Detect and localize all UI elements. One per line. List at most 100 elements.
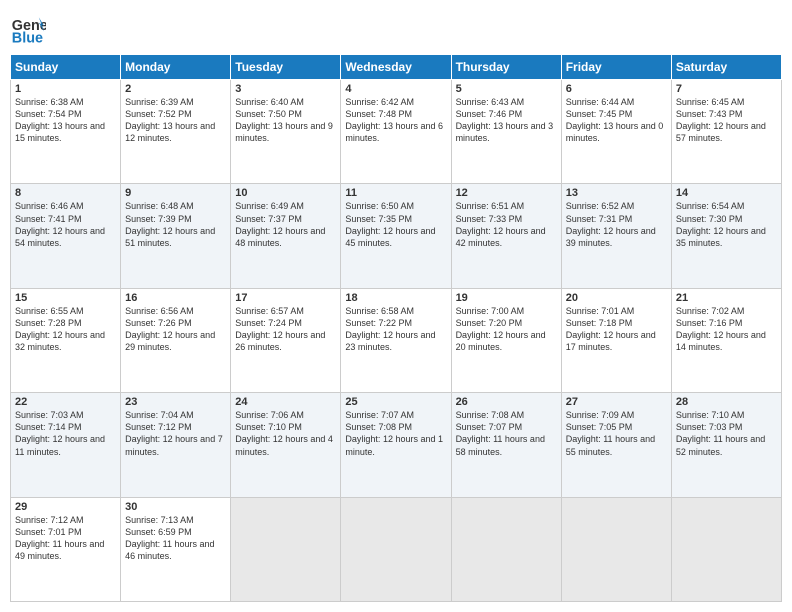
day-detail: Sunrise: 6:55 AM Sunset: 7:28 PM Dayligh… — [15, 305, 116, 354]
day-number: 18 — [345, 292, 446, 304]
calendar-header-saturday: Saturday — [671, 55, 781, 80]
day-detail: Sunrise: 6:40 AM Sunset: 7:50 PM Dayligh… — [235, 96, 336, 145]
calendar-header-friday: Friday — [561, 55, 671, 80]
day-detail: Sunrise: 7:10 AM Sunset: 7:03 PM Dayligh… — [676, 409, 777, 458]
day-detail: Sunrise: 6:50 AM Sunset: 7:35 PM Dayligh… — [345, 200, 446, 249]
day-number: 22 — [15, 396, 116, 408]
calendar-cell: 13Sunrise: 6:52 AM Sunset: 7:31 PM Dayli… — [561, 184, 671, 288]
calendar-cell: 10Sunrise: 6:49 AM Sunset: 7:37 PM Dayli… — [231, 184, 341, 288]
calendar-table: SundayMondayTuesdayWednesdayThursdayFrid… — [10, 54, 782, 602]
day-number: 17 — [235, 292, 336, 304]
calendar-cell: 9Sunrise: 6:48 AM Sunset: 7:39 PM Daylig… — [121, 184, 231, 288]
day-detail: Sunrise: 6:51 AM Sunset: 7:33 PM Dayligh… — [456, 200, 557, 249]
calendar-cell: 12Sunrise: 6:51 AM Sunset: 7:33 PM Dayli… — [451, 184, 561, 288]
calendar-week-row: 29Sunrise: 7:12 AM Sunset: 7:01 PM Dayli… — [11, 497, 782, 601]
day-detail: Sunrise: 6:52 AM Sunset: 7:31 PM Dayligh… — [566, 200, 667, 249]
day-number: 25 — [345, 396, 446, 408]
day-number: 12 — [456, 187, 557, 199]
calendar-cell: 3Sunrise: 6:40 AM Sunset: 7:50 PM Daylig… — [231, 80, 341, 184]
header: General Blue — [10, 10, 782, 46]
svg-text:Blue: Blue — [12, 30, 43, 46]
day-detail: Sunrise: 6:58 AM Sunset: 7:22 PM Dayligh… — [345, 305, 446, 354]
calendar-cell: 17Sunrise: 6:57 AM Sunset: 7:24 PM Dayli… — [231, 288, 341, 392]
calendar-header-tuesday: Tuesday — [231, 55, 341, 80]
calendar-cell — [451, 497, 561, 601]
day-number: 13 — [566, 187, 667, 199]
calendar-cell: 8Sunrise: 6:46 AM Sunset: 7:41 PM Daylig… — [11, 184, 121, 288]
calendar-cell: 24Sunrise: 7:06 AM Sunset: 7:10 PM Dayli… — [231, 393, 341, 497]
calendar-cell: 7Sunrise: 6:45 AM Sunset: 7:43 PM Daylig… — [671, 80, 781, 184]
day-number: 23 — [125, 396, 226, 408]
logo: General Blue — [10, 10, 50, 46]
day-number: 24 — [235, 396, 336, 408]
calendar-cell — [341, 497, 451, 601]
calendar-cell: 16Sunrise: 6:56 AM Sunset: 7:26 PM Dayli… — [121, 288, 231, 392]
calendar-header-monday: Monday — [121, 55, 231, 80]
calendar-cell: 2Sunrise: 6:39 AM Sunset: 7:52 PM Daylig… — [121, 80, 231, 184]
day-number: 5 — [456, 83, 557, 95]
day-number: 1 — [15, 83, 116, 95]
day-number: 8 — [15, 187, 116, 199]
calendar-header-row: SundayMondayTuesdayWednesdayThursdayFrid… — [11, 55, 782, 80]
day-number: 6 — [566, 83, 667, 95]
day-detail: Sunrise: 7:12 AM Sunset: 7:01 PM Dayligh… — [15, 514, 116, 563]
calendar-week-row: 22Sunrise: 7:03 AM Sunset: 7:14 PM Dayli… — [11, 393, 782, 497]
calendar-cell: 20Sunrise: 7:01 AM Sunset: 7:18 PM Dayli… — [561, 288, 671, 392]
day-detail: Sunrise: 6:42 AM Sunset: 7:48 PM Dayligh… — [345, 96, 446, 145]
calendar-cell — [231, 497, 341, 601]
day-detail: Sunrise: 6:56 AM Sunset: 7:26 PM Dayligh… — [125, 305, 226, 354]
day-detail: Sunrise: 7:02 AM Sunset: 7:16 PM Dayligh… — [676, 305, 777, 354]
calendar-cell: 29Sunrise: 7:12 AM Sunset: 7:01 PM Dayli… — [11, 497, 121, 601]
calendar-cell: 27Sunrise: 7:09 AM Sunset: 7:05 PM Dayli… — [561, 393, 671, 497]
day-number: 4 — [345, 83, 446, 95]
calendar-week-row: 8Sunrise: 6:46 AM Sunset: 7:41 PM Daylig… — [11, 184, 782, 288]
calendar-header-wednesday: Wednesday — [341, 55, 451, 80]
calendar-header-thursday: Thursday — [451, 55, 561, 80]
calendar-cell: 1Sunrise: 6:38 AM Sunset: 7:54 PM Daylig… — [11, 80, 121, 184]
day-detail: Sunrise: 7:03 AM Sunset: 7:14 PM Dayligh… — [15, 409, 116, 458]
day-detail: Sunrise: 7:13 AM Sunset: 6:59 PM Dayligh… — [125, 514, 226, 563]
calendar-cell: 19Sunrise: 7:00 AM Sunset: 7:20 PM Dayli… — [451, 288, 561, 392]
calendar-cell: 28Sunrise: 7:10 AM Sunset: 7:03 PM Dayli… — [671, 393, 781, 497]
day-detail: Sunrise: 7:07 AM Sunset: 7:08 PM Dayligh… — [345, 409, 446, 458]
day-detail: Sunrise: 6:38 AM Sunset: 7:54 PM Dayligh… — [15, 96, 116, 145]
day-number: 26 — [456, 396, 557, 408]
day-detail: Sunrise: 7:00 AM Sunset: 7:20 PM Dayligh… — [456, 305, 557, 354]
day-detail: Sunrise: 7:01 AM Sunset: 7:18 PM Dayligh… — [566, 305, 667, 354]
day-detail: Sunrise: 6:44 AM Sunset: 7:45 PM Dayligh… — [566, 96, 667, 145]
calendar-cell: 11Sunrise: 6:50 AM Sunset: 7:35 PM Dayli… — [341, 184, 451, 288]
calendar-week-row: 15Sunrise: 6:55 AM Sunset: 7:28 PM Dayli… — [11, 288, 782, 392]
day-number: 20 — [566, 292, 667, 304]
day-detail: Sunrise: 7:04 AM Sunset: 7:12 PM Dayligh… — [125, 409, 226, 458]
day-number: 2 — [125, 83, 226, 95]
day-number: 15 — [15, 292, 116, 304]
day-number: 28 — [676, 396, 777, 408]
calendar-cell: 23Sunrise: 7:04 AM Sunset: 7:12 PM Dayli… — [121, 393, 231, 497]
calendar-cell: 14Sunrise: 6:54 AM Sunset: 7:30 PM Dayli… — [671, 184, 781, 288]
calendar-cell: 4Sunrise: 6:42 AM Sunset: 7:48 PM Daylig… — [341, 80, 451, 184]
day-detail: Sunrise: 6:57 AM Sunset: 7:24 PM Dayligh… — [235, 305, 336, 354]
calendar-cell: 21Sunrise: 7:02 AM Sunset: 7:16 PM Dayli… — [671, 288, 781, 392]
day-detail: Sunrise: 6:46 AM Sunset: 7:41 PM Dayligh… — [15, 200, 116, 249]
day-number: 7 — [676, 83, 777, 95]
day-number: 10 — [235, 187, 336, 199]
day-detail: Sunrise: 6:49 AM Sunset: 7:37 PM Dayligh… — [235, 200, 336, 249]
calendar-cell: 5Sunrise: 6:43 AM Sunset: 7:46 PM Daylig… — [451, 80, 561, 184]
day-detail: Sunrise: 6:43 AM Sunset: 7:46 PM Dayligh… — [456, 96, 557, 145]
day-number: 16 — [125, 292, 226, 304]
page: General Blue SundayMondayTuesdayWednesda… — [0, 0, 792, 612]
calendar-week-row: 1Sunrise: 6:38 AM Sunset: 7:54 PM Daylig… — [11, 80, 782, 184]
day-number: 3 — [235, 83, 336, 95]
calendar-cell: 15Sunrise: 6:55 AM Sunset: 7:28 PM Dayli… — [11, 288, 121, 392]
calendar-cell: 18Sunrise: 6:58 AM Sunset: 7:22 PM Dayli… — [341, 288, 451, 392]
day-detail: Sunrise: 7:08 AM Sunset: 7:07 PM Dayligh… — [456, 409, 557, 458]
calendar-header-sunday: Sunday — [11, 55, 121, 80]
day-detail: Sunrise: 6:54 AM Sunset: 7:30 PM Dayligh… — [676, 200, 777, 249]
day-detail: Sunrise: 6:48 AM Sunset: 7:39 PM Dayligh… — [125, 200, 226, 249]
day-number: 14 — [676, 187, 777, 199]
calendar-cell: 6Sunrise: 6:44 AM Sunset: 7:45 PM Daylig… — [561, 80, 671, 184]
calendar-cell: 25Sunrise: 7:07 AM Sunset: 7:08 PM Dayli… — [341, 393, 451, 497]
day-detail: Sunrise: 6:45 AM Sunset: 7:43 PM Dayligh… — [676, 96, 777, 145]
day-number: 29 — [15, 501, 116, 513]
calendar-cell: 22Sunrise: 7:03 AM Sunset: 7:14 PM Dayli… — [11, 393, 121, 497]
